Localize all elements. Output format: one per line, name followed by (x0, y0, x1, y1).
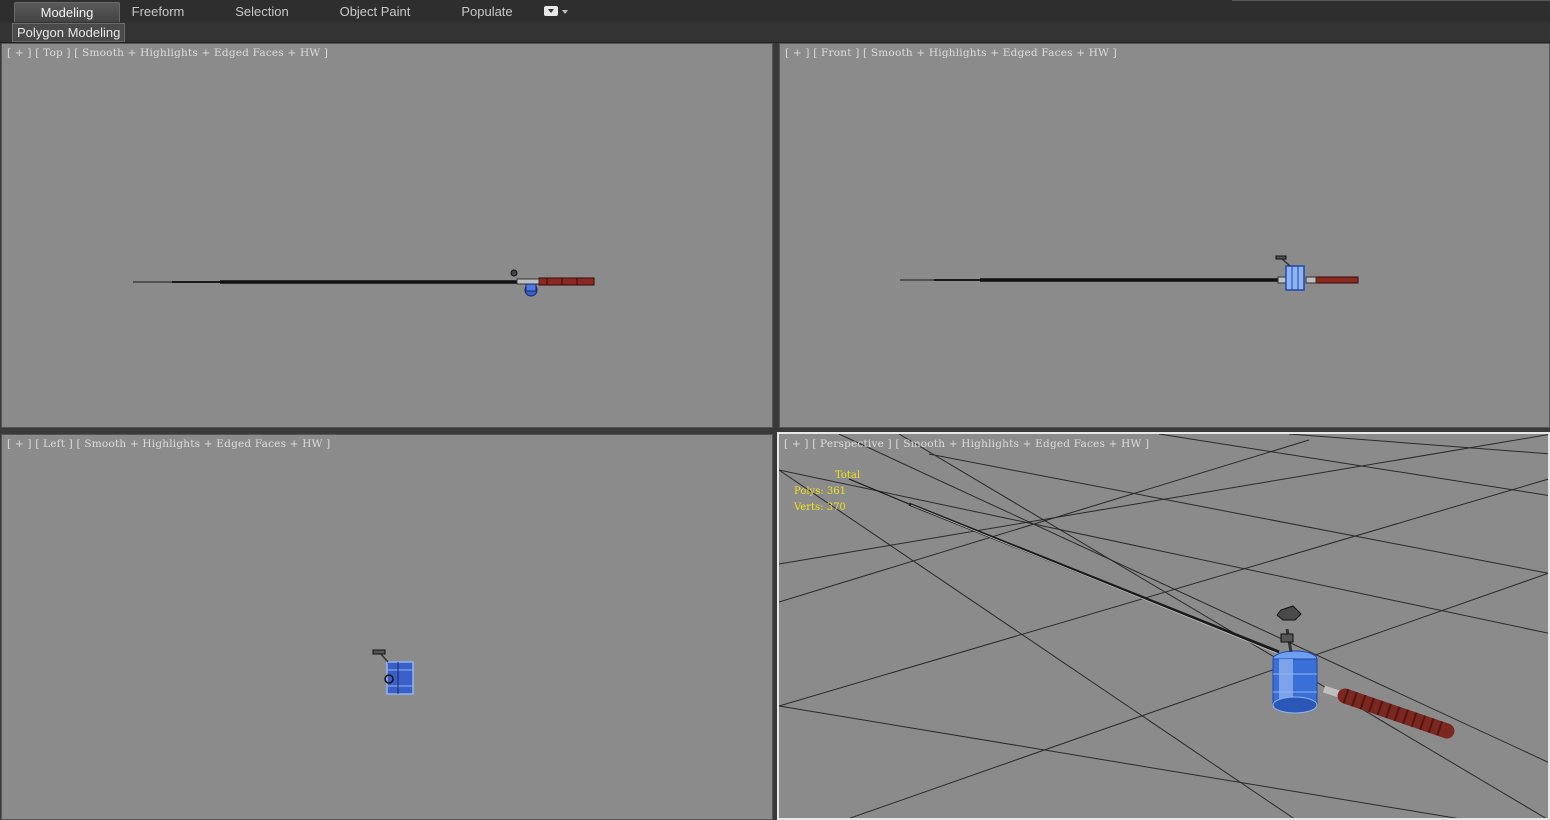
tab-freeform[interactable]: Freeform (120, 2, 196, 21)
viewport-left[interactable]: [ + ] [ Left ] [ Smooth + Highlights + E… (1, 434, 773, 820)
tab-selection[interactable]: Selection (222, 2, 302, 21)
fishing-rod-front-view (900, 255, 1359, 291)
stats-polys: Polys: 361 (794, 486, 846, 497)
tab-populate[interactable]: Populate (452, 2, 522, 21)
viewport-top[interactable]: [ + ] [ Top ] [ Smooth + Highlights + Ed… (1, 43, 773, 428)
ribbon-panel-bar: Polygon Modeling (0, 22, 1550, 43)
stats-heading: Total (835, 470, 861, 481)
viewport-plus-menu[interactable]: [ + ] (784, 438, 809, 450)
tab-modeling[interactable]: Modeling (14, 2, 120, 22)
viewport-view-menu[interactable]: [ Perspective ] (812, 438, 892, 450)
fishing-rod-top-view (133, 269, 595, 297)
viewport-shading-menu[interactable]: [ Smooth + Highlights + Edged Faces + HW… (895, 438, 1149, 450)
ribbon-options-icon[interactable] (544, 6, 558, 16)
polygon-modeling-button[interactable]: Polygon Modeling (12, 23, 126, 42)
fishing-rod-left-view (372, 649, 414, 695)
viewport-label: [ + ] [ Perspective ] [ Smooth + Highlig… (784, 438, 1149, 450)
viewport-perspective[interactable]: [ + ] [ Perspective ] [ Smooth + Highlig… (777, 432, 1550, 820)
chevron-down-icon[interactable] (562, 10, 568, 14)
perspective-scene (779, 434, 1548, 818)
ribbon-tab-bar: Modeling Freeform Selection Object Paint… (0, 0, 1550, 23)
viewport-front[interactable]: [ + ] [ Front ] [ Smooth + Highlights + … (779, 43, 1550, 428)
stats-verts: Verts: 370 (794, 502, 846, 513)
tab-object-paint[interactable]: Object Paint (332, 2, 418, 21)
